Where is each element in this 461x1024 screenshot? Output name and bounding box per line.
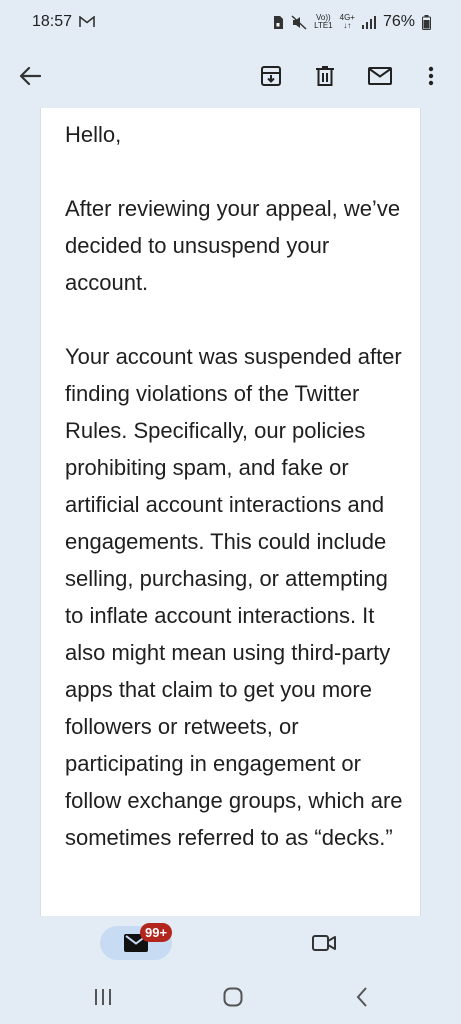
bottom-navigation: 99+ [0, 916, 461, 972]
trash-icon [316, 66, 334, 86]
email-paragraph-violation: Your account was suspended after finding… [65, 344, 403, 850]
back-chevron-icon [356, 987, 367, 1007]
email-body: Hello, After reviewing your appeal, we’v… [65, 116, 405, 893]
email-greeting: Hello, [65, 122, 122, 147]
battery-percent: 76% [382, 13, 415, 30]
sim-lock-icon [274, 15, 284, 29]
status-bar: 18:57 Vo)) LTE1 4G+ ↓↑ 76% [0, 0, 461, 44]
archive-button[interactable] [251, 56, 291, 96]
status-time: 18:57 [32, 13, 73, 30]
email-message-card: Hello, After reviewing your appeal, we’v… [40, 108, 421, 916]
email-paragraph-appeal: After reviewing your appeal, we’ve decid… [65, 196, 401, 295]
back-button[interactable] [10, 56, 50, 96]
app-bar [0, 44, 461, 108]
recents-button[interactable] [83, 977, 123, 1017]
battery-icon [422, 14, 431, 30]
mute-icon [291, 14, 307, 30]
home-button[interactable] [213, 977, 253, 1017]
recents-icon [95, 989, 111, 1005]
mail-icon [368, 67, 392, 85]
mark-unread-button[interactable] [360, 56, 400, 96]
unread-count-badge: 99+ [140, 923, 173, 942]
system-back-button[interactable] [342, 977, 382, 1017]
gmail-notification-icon [79, 16, 95, 27]
data-indicator: 4G+ ↓↑ [340, 14, 355, 30]
delete-button[interactable] [305, 56, 345, 96]
system-navigation-bar [0, 972, 461, 1024]
data-arrows-text: ↓↑ [343, 21, 352, 30]
meet-tab[interactable] [304, 923, 344, 963]
video-icon [312, 935, 336, 951]
email-content-area[interactable]: Hello, After reviewing your appeal, we’v… [0, 108, 461, 916]
arrow-back-icon [19, 66, 41, 86]
home-icon [223, 987, 243, 1007]
more-vert-icon [428, 66, 434, 86]
network-lte-text: LTE1 [314, 21, 333, 30]
network-volte-indicator: Vo)) LTE1 [314, 14, 333, 30]
archive-icon [261, 66, 281, 86]
more-options-button[interactable] [411, 56, 451, 96]
signal-icon [361, 15, 376, 29]
